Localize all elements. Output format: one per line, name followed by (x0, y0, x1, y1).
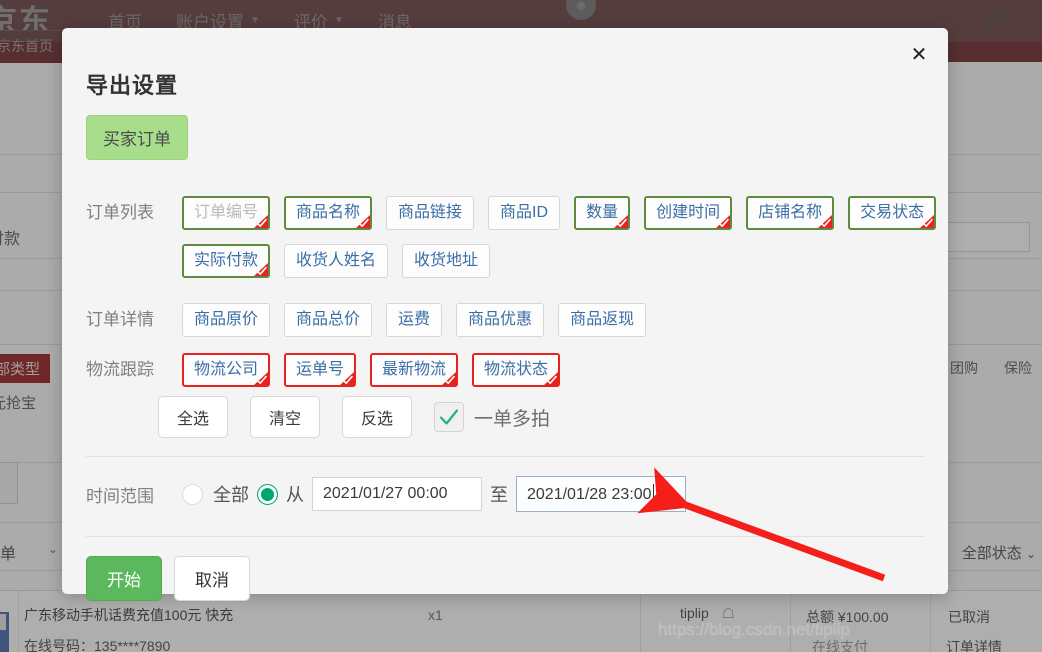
field-chip-label: 运费 (398, 311, 431, 328)
section-order-detail: 订单详情 商品原价 商品总价 运费 商品优惠 商品返现 (86, 303, 647, 337)
field-chip[interactable]: 数量 (574, 196, 631, 230)
date-to-input[interactable]: 2021/01/28 23:00 (516, 476, 686, 512)
multi-order-checkbox[interactable] (434, 402, 465, 432)
field-chip[interactable]: 实际付款 (182, 244, 271, 278)
divider-bottom (86, 536, 924, 537)
close-icon[interactable]: ✕ (904, 40, 934, 70)
multi-order-label: 一单多拍 (474, 408, 551, 430)
select-all-button[interactable]: 全选 (158, 396, 229, 438)
field-chip[interactable]: 收货地址 (402, 244, 491, 278)
section-label: 物流跟踪 (86, 360, 154, 379)
watermark: https://blog.csdn.net/tiplip (658, 620, 850, 639)
section-logistics: 物流跟踪 物流公司 运单号 最新物流 物流状态 (86, 353, 561, 387)
field-chip[interactable]: 最新物流 (370, 353, 459, 387)
section-order-list: 订单列表 订单编号 商品名称 商品链接 商品ID 数量 创建时间 店铺名称 交易状态 实际付款… (86, 196, 937, 278)
time-range-label: 时间范围 (86, 486, 154, 506)
text-cursor (652, 484, 654, 503)
dialog-footer: 开始 取消 (86, 556, 250, 601)
tab-buyer-order[interactable]: 买家订单 (86, 115, 188, 160)
selection-actions: 全选 清空 反选 一单多拍 (158, 396, 550, 438)
field-chip-label: 交易状态 (860, 204, 925, 221)
field-chip[interactable]: 商品ID (488, 196, 561, 230)
field-chip[interactable]: 收货人姓名 (284, 244, 389, 278)
field-chip[interactable]: 商品名称 (284, 196, 373, 230)
field-chip[interactable]: 商品返现 (558, 303, 647, 337)
field-chip[interactable]: 商品优惠 (456, 303, 545, 337)
clear-button[interactable]: 清空 (250, 396, 321, 438)
field-chip[interactable]: 订单编号 (182, 196, 271, 230)
field-chip[interactable]: 物流公司 (182, 353, 271, 387)
dialog-title: 导出设置 (86, 73, 179, 98)
field-chip-label: 数量 (586, 204, 619, 221)
radio-all-label: 全部 (213, 485, 249, 505)
field-chip-label: 商品链接 (398, 204, 463, 221)
field-chip[interactable]: 创建时间 (644, 196, 733, 230)
field-chip-label: 物流公司 (194, 361, 259, 378)
field-chip[interactable]: 交易状态 (848, 196, 937, 230)
divider-top (86, 456, 924, 457)
field-chip-label: 商品总价 (296, 311, 361, 328)
radio-all[interactable] (182, 483, 203, 505)
invert-selection-button[interactable]: 反选 (342, 396, 413, 438)
field-chip-label: 最新物流 (382, 361, 447, 378)
export-settings-dialog: ✕ 导出设置 买家订单 订单列表 订单编号 商品名称 商品链接 商品ID 数量 创建时间 店… (62, 28, 948, 601)
date-from-input[interactable]: 2021/01/27 00:00 (312, 477, 482, 511)
chip-row: 商品原价 商品总价 运费 商品优惠 商品返现 (182, 303, 647, 337)
field-chip-label: 店铺名称 (758, 204, 823, 221)
field-chip-label: 商品优惠 (468, 311, 533, 328)
check-icon (439, 409, 459, 425)
field-chip-label: 创建时间 (656, 204, 721, 221)
section-label: 订单列表 (86, 203, 154, 222)
field-chip-label: 商品名称 (296, 204, 361, 221)
to-label: 至 (490, 485, 508, 505)
chip-row: 订单编号 商品名称 商品链接 商品ID 数量 创建时间 店铺名称 交易状态 (182, 196, 937, 230)
field-chip-label: 实际付款 (194, 252, 259, 269)
cancel-button[interactable]: 取消 (174, 556, 250, 601)
field-chip-label: 商品返现 (570, 311, 635, 328)
field-chip-label: 订单编号 (194, 204, 259, 221)
chip-row: 实际付款 收货人姓名 收货地址 (182, 244, 936, 278)
field-chip[interactable]: 运费 (386, 303, 443, 337)
from-label: 从 (286, 485, 304, 505)
field-chip-label: 商品原价 (194, 311, 259, 328)
screen: 待付款 称/商品编号/订 全部类型 团购 保险 一元抢宝 订单 ⌄ 全部状态 ⌄… (0, 0, 1042, 652)
time-range-row: 时间范围 全部 从 2021/01/27 00:00 至 2021/01/28 … (86, 476, 686, 512)
field-chip-label: 收货地址 (414, 252, 479, 269)
field-chip-label: 商品ID (500, 204, 549, 221)
field-chip[interactable]: 商品原价 (182, 303, 271, 337)
field-chip[interactable]: 店铺名称 (746, 196, 835, 230)
field-chip-label: 收货人姓名 (296, 252, 377, 269)
field-chip-label: 物流状态 (484, 361, 549, 378)
field-chip[interactable]: 运单号 (284, 353, 357, 387)
section-label: 订单详情 (86, 310, 154, 329)
radio-custom-range[interactable] (257, 483, 278, 505)
field-chip-label: 运单号 (296, 361, 345, 378)
chip-row: 物流公司 运单号 最新物流 物流状态 (182, 353, 561, 387)
field-chip[interactable]: 商品总价 (284, 303, 373, 337)
field-chip[interactable]: 物流状态 (472, 353, 561, 387)
field-chip[interactable]: 商品链接 (386, 196, 475, 230)
start-button[interactable]: 开始 (86, 556, 162, 601)
